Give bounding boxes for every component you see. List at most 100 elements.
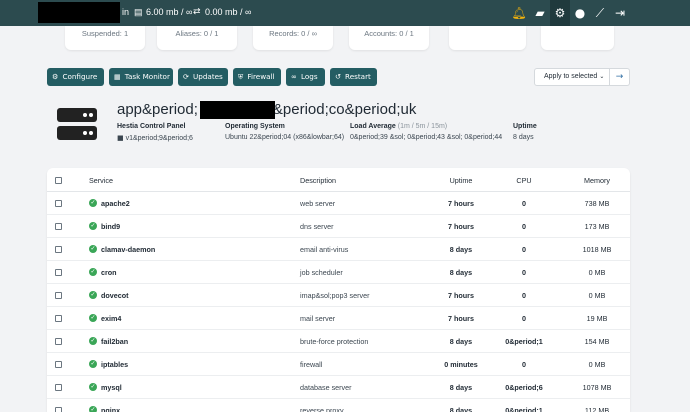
table-row[interactable]: ✓ exim4 mail server 7 hours 0 19 MB [47,307,630,330]
status-ok-icon: ✓ [89,360,97,368]
table-row[interactable]: ✓ mysql database server 8 days 0&period;6 107… [47,376,630,399]
os-value: Ubuntu 22&period;04 (x86&lowbar;64) [225,134,345,141]
service-name[interactable]: exim4 [101,314,121,323]
restart-label: Restart [345,72,371,81]
bandwidth-usage: 0.00 mb / ∞ [205,7,252,17]
service-name[interactable]: dovecot [101,291,129,300]
gear-icon[interactable]: ⚙ [550,0,570,26]
select-all-checkbox[interactable] [55,177,62,184]
service-cpu: 0&period;1 [505,406,543,412]
uptime-label: Uptime [513,123,537,130]
table-row[interactable]: ✓ clamav-daemon email anti-virus 8 days 0 101… [47,238,630,261]
service-uptime: 8 days [449,245,473,254]
table-row[interactable]: ✓ fail2ban brute-force protection 8 days 0&p… [47,330,630,353]
stat-card-5 [449,26,526,50]
service-description: reverse proxy [300,406,344,412]
service-description: dns server [300,222,334,231]
services-table: Service Description Uptime CPU Memory ✓ a… [47,168,630,412]
header-cpu[interactable]: CPU [504,176,544,185]
service-description: imap&sol;pop3 server [300,291,370,300]
task-monitor-icon: ▦ [114,72,121,81]
stat-label: Accounts: 0 / 1 [364,29,414,38]
header-description[interactable]: Description [300,176,336,185]
header-memory[interactable]: Memory [567,176,627,185]
header-service[interactable]: Service [89,176,113,185]
row-checkbox[interactable] [55,269,62,276]
row-checkbox[interactable] [55,361,62,368]
status-ok-icon: ✓ [89,268,97,276]
panel-label: Hestia Control Panel [117,123,186,130]
task-monitor-label: Task Monitor [124,72,170,81]
stat-card-records: Records: 0 / ∞ [253,26,333,50]
logs-button[interactable]: ∞ Logs [286,68,325,86]
service-name[interactable]: mysql [101,383,122,392]
stat-label: Suspended: 1 [81,29,129,38]
service-name[interactable]: clamav-daemon [101,245,155,254]
stat-card-aliases: Aliases: 0 / 1 [157,26,237,50]
redacted-username [38,2,120,23]
header-uptime[interactable]: Uptime [421,176,501,185]
table-row[interactable]: ✓ cron job scheduler 8 days 0 0 MB [47,261,630,284]
row-checkbox[interactable] [55,246,62,253]
chart-icon[interactable]: ⟋ [592,5,608,21]
row-checkbox[interactable] [55,315,62,322]
service-uptime: 8 days [449,268,473,277]
hostname-start: app&period; [117,101,198,118]
top-bar: in ▤ 6.00 mb / ∞ ⇄ 0.00 mb / ∞ 🔔︎ ▰ ⚙ ● … [0,0,690,26]
load-average-value: 0&period;39 &sol; 0&period;43 &sol; 0&pe… [350,134,503,141]
service-memory: 112 MB [584,406,610,412]
row-checkbox[interactable] [55,338,62,345]
service-memory: 0 MB [588,291,606,300]
logout-icon[interactable]: ⇥ [612,5,628,21]
binoculars-icon: ∞ [291,72,297,81]
service-name[interactable]: apache2 [101,199,130,208]
service-uptime: 7 hours [448,314,474,323]
bell-icon[interactable]: 🔔︎ [511,5,527,21]
service-name[interactable]: bind9 [101,222,120,231]
apply-submit-button[interactable]: → [610,68,630,86]
firewall-label: Firewall [247,72,275,81]
apply-to-selected-select[interactable]: Apply to selected ⌄ [534,68,610,86]
row-checkbox[interactable] [55,223,62,230]
stat-card-6 [541,26,614,50]
configure-button[interactable]: ⚙ Configure [47,68,104,86]
table-row[interactable]: ✓ bind9 dns server 7 hours 0 173 MB [47,215,630,238]
restart-button[interactable]: ↺ Restart [330,68,377,86]
service-cpu: 0 [522,314,526,323]
server-icon [57,108,97,122]
row-checkbox[interactable] [55,292,62,299]
service-memory: 173 MB [584,222,610,231]
user-name[interactable]: in [122,7,129,17]
table-row[interactable]: ✓ iptables firewall 0 minutes 0 0 MB [47,353,630,376]
stat-card-suspended: Suspended: 1 [65,26,145,50]
row-checkbox[interactable] [55,384,62,391]
service-description: firewall [300,360,323,369]
user-icon[interactable]: ● [572,5,588,21]
service-uptime: 8 days [449,383,473,392]
service-memory: 154 MB [584,337,610,346]
service-name[interactable]: iptables [101,360,128,369]
table-row[interactable]: ✓ dovecot imap&sol;pop3 server 7 hours 0 0 MB [47,284,630,307]
table-row[interactable]: ✓ apache2 web server 7 hours 0 738 MB [47,192,630,215]
status-ok-icon: ✓ [89,222,97,230]
row-checkbox[interactable] [55,407,62,412]
updates-button[interactable]: ⟳ Updates [178,68,228,86]
load-average-label: Load Average (1m / 5m / 15m) [350,123,447,130]
service-description: brute-force protection [300,337,369,346]
service-name[interactable]: nginx [101,406,120,412]
folder-icon[interactable]: ▰ [532,5,548,21]
stat-label: Records: 0 / ∞ [269,29,317,38]
updates-label: Updates [193,72,223,81]
row-checkbox[interactable] [55,200,62,207]
task-monitor-button[interactable]: ▦ Task Monitor [109,68,173,86]
redacted-hostname [200,101,275,119]
panel-version-value: v1&period;9&period;6 [125,135,193,142]
firewall-button[interactable]: ⛨ Firewall [233,68,281,86]
bandwidth-icon: ⇄ [193,7,201,17]
service-description: database server [300,383,352,392]
service-name[interactable]: cron [101,268,117,277]
table-row[interactable]: ✓ nginx reverse proxy 8 days 0&period;1 112 M… [47,399,630,412]
service-description: web server [300,199,336,208]
arrow-right-icon: → [615,72,624,82]
service-name[interactable]: fail2ban [101,337,128,346]
